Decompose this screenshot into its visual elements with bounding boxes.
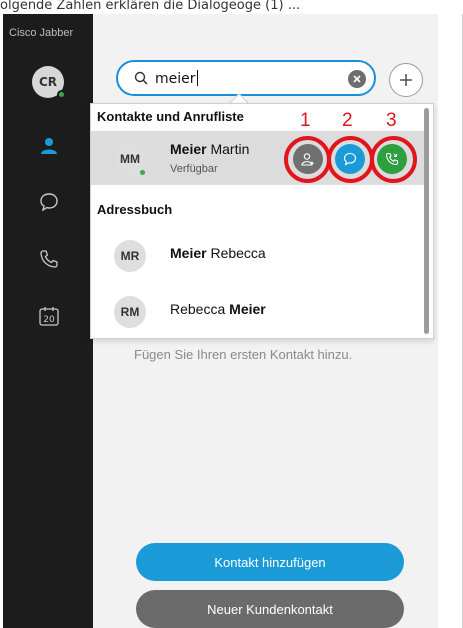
app-brand: Cisco Jabber — [9, 27, 74, 39]
search-input[interactable]: meier — [155, 70, 198, 87]
calendar-day: 20 — [43, 315, 55, 325]
plus-icon — [400, 74, 412, 86]
contacts-icon[interactable] — [38, 135, 60, 157]
sidebar: Cisco Jabber CR 20 — [3, 14, 93, 628]
new-customer-contact-button[interactable]: Neuer Kundenkontakt — [136, 590, 404, 628]
phone-icon[interactable] — [38, 248, 60, 270]
empty-state-text: Fügen Sie Ihren ersten Kontakt hinzu. — [134, 347, 353, 362]
chat-icon[interactable] — [38, 191, 60, 213]
contact-name: Rebecca Meier — [170, 301, 266, 317]
annotation-ring-1 — [284, 136, 331, 183]
result-row-rebecca-meier[interactable]: RM Rebecca Meier — [91, 284, 424, 338]
presence-indicator — [138, 168, 147, 177]
annotation-number-2: 2 — [342, 110, 353, 131]
annotation-number-3: 3 — [386, 110, 397, 131]
result-row-meier-rebecca[interactable]: MR Meier Rebecca — [91, 228, 424, 282]
annotation-ring-3 — [370, 136, 417, 183]
section-addressbook: Adressbuch — [97, 202, 173, 217]
clear-icon[interactable] — [348, 70, 366, 88]
search-icon — [134, 70, 148, 89]
calendar-icon[interactable]: 20 — [38, 305, 60, 327]
avatar: RM — [114, 296, 146, 328]
add-contact-pill-button[interactable]: Kontakt hinzufügen — [136, 543, 404, 581]
annotation-ring-2 — [327, 136, 374, 183]
contact-status: Verfügbar — [170, 163, 218, 175]
search-field[interactable]: meier — [116, 60, 376, 96]
annotation-number-1: 1 — [300, 110, 311, 131]
avatar: MR — [114, 240, 146, 272]
add-button[interactable] — [389, 63, 423, 97]
section-contacts-calls: Kontakte und Anrufliste — [97, 109, 244, 124]
text-cursor — [196, 70, 198, 86]
presence-indicator — [57, 90, 66, 99]
contact-name: Meier Rebecca — [170, 245, 266, 261]
scrollbar[interactable] — [424, 108, 429, 334]
contact-name: Meier Martin — [170, 141, 250, 157]
document-caption: olgende Zahlen erklären die Dialogeoge (… — [0, 0, 463, 14]
